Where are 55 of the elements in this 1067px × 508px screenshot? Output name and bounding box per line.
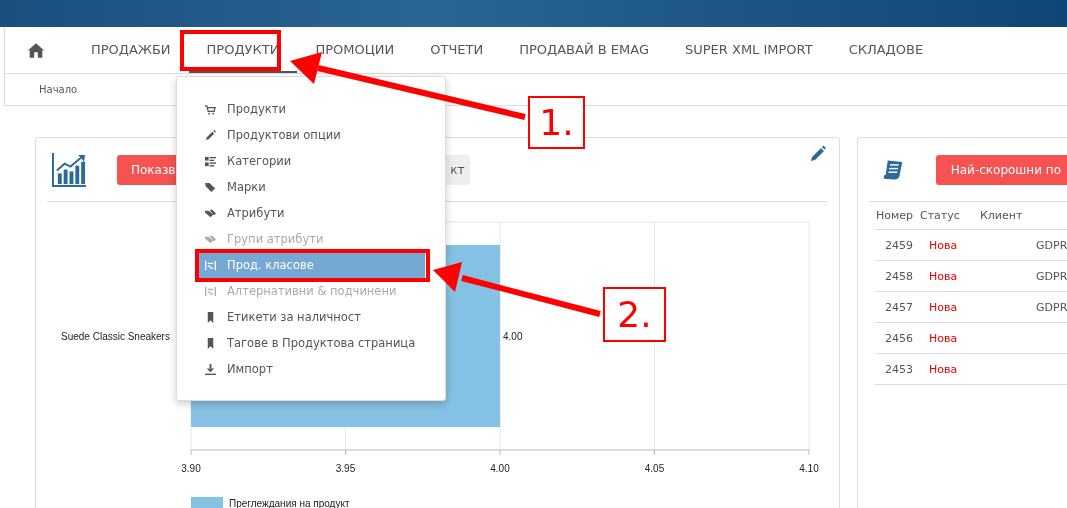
tick-label: 3.95 <box>335 463 356 474</box>
nav-tab[interactable]: ПРОДАВАЙ В EMAG <box>501 27 667 73</box>
category-label: Suede Classic Sneakers <box>61 331 170 342</box>
status-cell: Нова <box>919 353 979 385</box>
legend-swatch <box>191 497 223 508</box>
status-cell: Нова <box>919 322 979 354</box>
tick-label: 4.05 <box>644 463 665 474</box>
menu-item[interactable]: Етикети за наличност <box>197 304 425 330</box>
status-cell: Нова <box>919 260 979 292</box>
table-cell: 2453 <box>875 353 919 385</box>
edit-icon[interactable] <box>810 145 826 161</box>
list-icon <box>205 155 216 167</box>
menu-item[interactable]: Марки <box>197 174 425 200</box>
bookmark-icon <box>205 311 216 323</box>
bookmark-icon <box>205 337 216 349</box>
tags-icon <box>205 233 216 245</box>
columns-icon <box>205 259 216 271</box>
nav-tab[interactable]: SUPER XML IMPORT <box>667 27 831 73</box>
columns-icon <box>205 285 216 297</box>
bar-chart-icon <box>52 152 87 187</box>
pencil-icon <box>205 129 216 141</box>
status-cell: Нова <box>919 229 979 261</box>
table-cell: GDPR <box>1036 238 1067 252</box>
status-cell: Нова <box>919 291 979 323</box>
table-cell: GDPR <box>1036 269 1067 283</box>
menu-item[interactable]: Атрибути <box>197 200 425 226</box>
column-header: Клиент <box>979 202 1036 230</box>
tags-icon <box>205 207 216 219</box>
menu-item[interactable]: Продуктови опции <box>197 122 425 148</box>
nav-tab[interactable]: СКЛАДОВЕ <box>830 27 942 73</box>
download-icon <box>205 363 216 375</box>
column-header: Статус <box>919 202 979 230</box>
cart-icon <box>205 103 216 115</box>
menu-item[interactable]: Категории <box>197 148 425 174</box>
breadcrumb[interactable]: Начало <box>39 84 78 95</box>
menu-item[interactable]: Импорт <box>197 356 425 382</box>
nav-tab[interactable]: ОТЧЕТИ <box>412 27 502 73</box>
table-cell: 2458 <box>875 260 919 292</box>
table-cell: GDPR <box>1036 300 1067 314</box>
value-label: 4.00 <box>503 331 523 342</box>
nav-tab[interactable]: ПРОМОЦИИ <box>297 27 413 73</box>
step-label: 1. <box>528 96 585 149</box>
column-header: Номер <box>875 202 919 230</box>
menu-item[interactable]: Тагове в Продуктова страница <box>197 330 425 356</box>
tick-label: 4.00 <box>490 463 510 474</box>
table-cell: 2459 <box>875 229 919 261</box>
table-cell: 2457 <box>875 291 919 323</box>
tick-label: 4.10 <box>799 463 819 474</box>
table-cell: 2456 <box>875 322 919 354</box>
tag-icon <box>205 181 216 193</box>
nav-tab[interactable]: ПРОДАЖБИ <box>73 27 189 73</box>
home-icon[interactable] <box>27 41 45 59</box>
step-label: 2. <box>603 287 666 342</box>
tick-label: 3.90 <box>181 463 201 474</box>
menu-item[interactable]: Продукти <box>197 96 425 122</box>
